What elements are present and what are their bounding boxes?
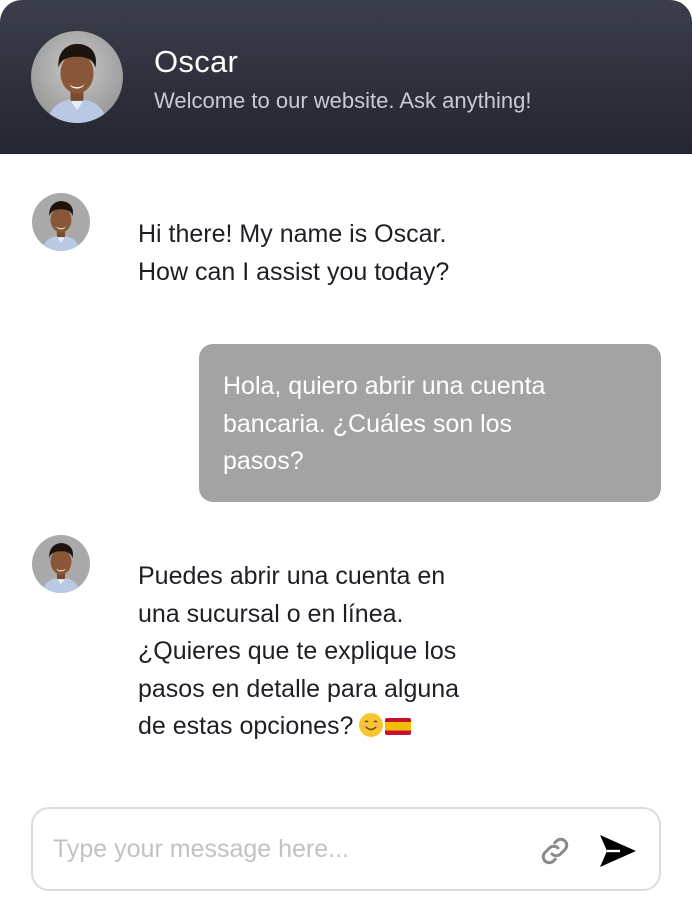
send-icon: [600, 835, 636, 867]
bot-message: Hi there! My name is Oscar. How can I as…: [138, 220, 450, 286]
message-composer: [31, 807, 661, 891]
link-icon: [541, 837, 569, 865]
smiling-face-emoji: [359, 713, 384, 737]
spain-flag-emoji: [385, 718, 412, 735]
attach-link-button[interactable]: [537, 833, 573, 869]
header-subtitle: Welcome to our website. Ask anything!: [154, 88, 532, 113]
bot-avatar: [32, 535, 90, 593]
message-input[interactable]: [53, 829, 523, 869]
bot-avatar: [32, 193, 90, 251]
user-message: Hola, quiero abrir una cuenta bancaria. …: [223, 372, 546, 475]
agent-name: Oscar: [154, 44, 239, 79]
bot-message: Puedes abrir una cuenta en una sucursal …: [138, 562, 460, 740]
chat-header: Oscar Welcome to our website. Ask anythi…: [0, 0, 692, 154]
user-message-bubble: Hola, quiero abrir una cuenta bancaria. …: [199, 344, 661, 502]
send-button[interactable]: [598, 833, 638, 869]
chat-widget: Oscar Welcome to our website. Ask anythi…: [0, 0, 692, 923]
agent-avatar: [31, 31, 123, 123]
bot-message-container: Puedes abrir una cuenta en una sucursal …: [138, 558, 558, 746]
